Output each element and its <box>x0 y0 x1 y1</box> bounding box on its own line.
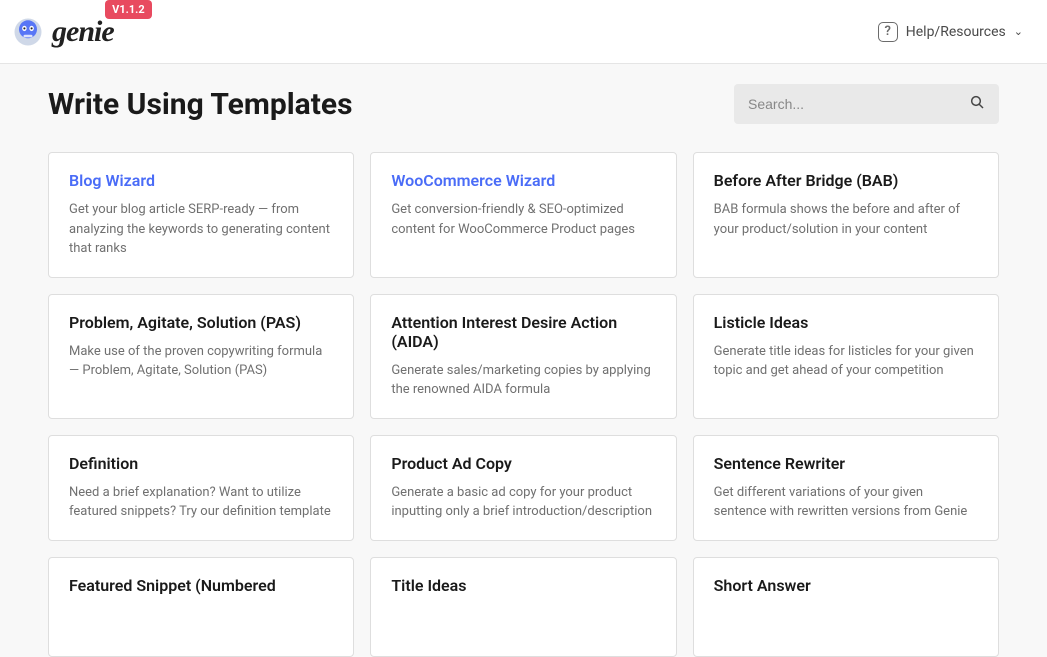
template-card[interactable]: Blog Wizard Get your blog article SERP-re… <box>48 152 354 278</box>
template-card[interactable]: Sentence Rewriter Get different variation… <box>693 435 999 541</box>
template-card[interactable]: WooCommerce Wizard Get conversion-friendl… <box>370 152 676 278</box>
template-card-title: Product Ad Copy <box>391 454 655 473</box>
template-card-title: Featured Snippet (Numbered <box>69 576 333 595</box>
template-card[interactable]: Definition Need a brief explanation? Want… <box>48 435 354 541</box>
logo[interactable]: genie V1.1.2 <box>10 14 114 50</box>
template-card-desc: BAB formula shows the before and after o… <box>714 200 978 239</box>
template-card[interactable]: Listicle Ideas Generate title ideas for l… <box>693 294 999 419</box>
search-box[interactable] <box>734 84 999 124</box>
template-card[interactable]: Attention Interest Desire Action (AIDA) G… <box>370 294 676 419</box>
template-card[interactable]: Before After Bridge (BAB) BAB formula sho… <box>693 152 999 278</box>
template-card[interactable]: Featured Snippet (Numbered <box>48 557 354 657</box>
template-card[interactable]: Problem, Agitate, Solution (PAS) Make use… <box>48 294 354 419</box>
template-card-title: WooCommerce Wizard <box>391 171 655 190</box>
app-header: genie V1.1.2 ? Help/Resources ⌄ <box>0 0 1047 64</box>
template-card-title: Blog Wizard <box>69 171 333 190</box>
template-card[interactable]: Title Ideas <box>370 557 676 657</box>
template-card-desc: Get conversion-friendly & SEO-optimized … <box>391 200 655 239</box>
template-card-title: Attention Interest Desire Action (AIDA) <box>391 313 655 351</box>
template-card-desc: Generate title ideas for listicles for y… <box>714 342 978 381</box>
version-badge: V1.1.2 <box>105 0 152 19</box>
help-label: Help/Resources <box>906 24 1006 40</box>
template-card-title: Short Answer <box>714 576 978 595</box>
template-card-title: Before After Bridge (BAB) <box>714 171 978 190</box>
template-card-title: Problem, Agitate, Solution (PAS) <box>69 313 333 332</box>
template-card-desc: Make use of the proven copywriting formu… <box>69 342 333 381</box>
template-card-desc: Get your blog article SERP-ready — from … <box>69 200 333 259</box>
search-icon <box>969 94 985 114</box>
template-card[interactable]: Product Ad Copy Generate a basic ad copy … <box>370 435 676 541</box>
template-card-title: Sentence Rewriter <box>714 454 978 473</box>
logo-text: genie <box>52 15 114 49</box>
main-content: Write Using Templates Blog Wizard Get you… <box>0 64 1047 657</box>
template-card-desc: Need a brief explanation? Want to utiliz… <box>69 483 333 522</box>
template-card[interactable]: Short Answer <box>693 557 999 657</box>
genie-logo-icon <box>10 14 46 50</box>
template-card-title: Title Ideas <box>391 576 655 595</box>
template-card-desc: Get different variations of your given s… <box>714 483 978 522</box>
chevron-down-icon: ⌄ <box>1014 25 1023 38</box>
templates-grid: Blog Wizard Get your blog article SERP-re… <box>48 152 999 657</box>
page-title: Write Using Templates <box>48 87 353 122</box>
template-card-title: Definition <box>69 454 333 473</box>
template-card-desc: Generate a basic ad copy for your produc… <box>391 483 655 522</box>
help-resources-link[interactable]: ? Help/Resources ⌄ <box>878 22 1023 42</box>
title-row: Write Using Templates <box>48 84 999 124</box>
help-icon: ? <box>878 22 898 42</box>
template-card-desc: Generate sales/marketing copies by apply… <box>391 361 655 400</box>
template-card-title: Listicle Ideas <box>714 313 978 332</box>
search-input[interactable] <box>748 96 969 112</box>
